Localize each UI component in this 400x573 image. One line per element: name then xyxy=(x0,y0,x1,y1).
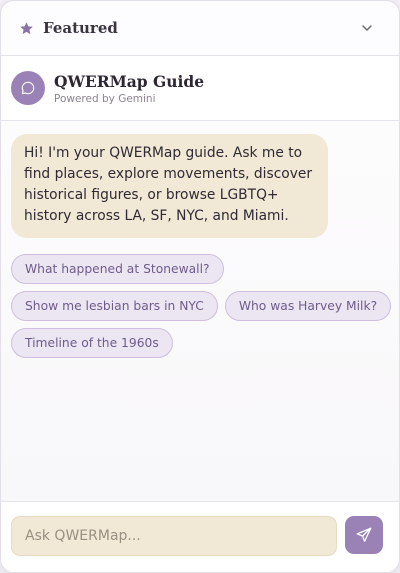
chat-area[interactable]: Hi! I'm your QWERMap guide. Ask me to fi… xyxy=(1,121,399,502)
star-icon xyxy=(19,21,34,36)
suggestion-chip[interactable]: Who was Harvey Milk? xyxy=(224,291,392,321)
suggestion-chip[interactable]: Timeline of the 1960s xyxy=(11,328,173,358)
suggestion-list: What happened at Stonewall? Show me lesb… xyxy=(11,254,392,365)
suggestion-chip[interactable]: Show me lesbian bars in NYC xyxy=(11,291,218,321)
assistant-message: Hi! I'm your QWERMap guide. Ask me to fi… xyxy=(11,134,328,238)
featured-bar[interactable]: Featured xyxy=(1,1,399,56)
composer xyxy=(1,501,399,572)
guide-panel: Featured QWERMap Guide Powered by Gemini… xyxy=(0,0,400,573)
featured-label: Featured xyxy=(43,19,118,37)
suggestion-chip[interactable]: What happened at Stonewall? xyxy=(11,254,224,284)
send-button[interactable] xyxy=(345,516,383,554)
guide-title: QWERMap Guide xyxy=(54,71,205,91)
message-input[interactable] xyxy=(11,516,337,556)
guide-subtitle: Powered by Gemini xyxy=(54,92,156,105)
avatar xyxy=(11,71,45,105)
chat-bubble-icon xyxy=(20,80,36,96)
chevron-down-icon[interactable] xyxy=(361,22,373,34)
guide-header: QWERMap Guide Powered by Gemini xyxy=(1,56,399,121)
send-icon xyxy=(355,526,373,544)
